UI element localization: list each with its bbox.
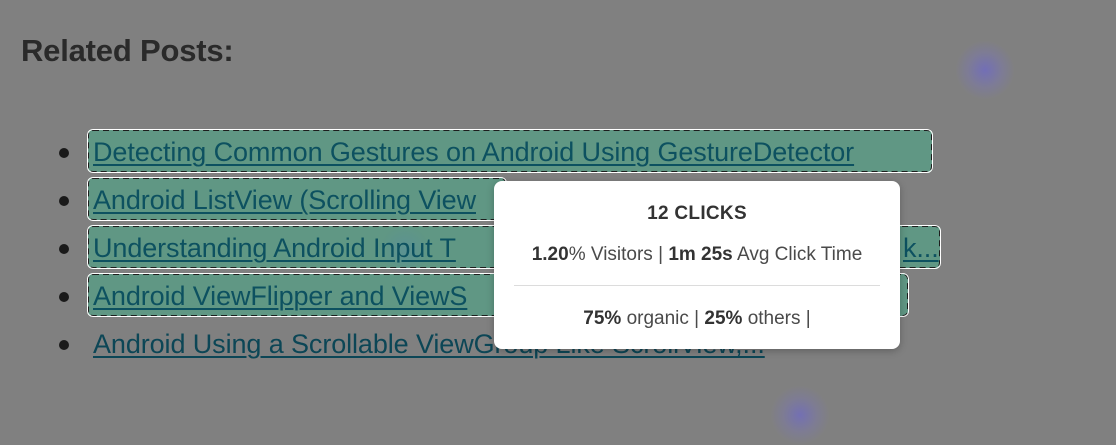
organic-value: 75% xyxy=(583,308,622,329)
avg-click-time-value: 1m 25s xyxy=(668,244,733,265)
others-label: others | xyxy=(742,308,811,329)
post-link[interactable]: Android ListView (Scrolling View xyxy=(93,185,476,215)
heatmap-spot xyxy=(955,40,1015,100)
bullet-icon xyxy=(59,148,69,158)
bullet-icon xyxy=(59,340,69,350)
post-link-trailing[interactable]: k... xyxy=(903,233,939,263)
click-stats-tooltip: 12 CLICKS 1.20% Visitors | 1m 25s Avg Cl… xyxy=(494,181,900,349)
visitors-row: 1.20% Visitors | 1m 25s Avg Click Time xyxy=(494,244,900,266)
related-posts-heading: Related Posts: xyxy=(21,33,234,68)
visitors-value: 1.20 xyxy=(531,244,569,265)
organic-label: organic | xyxy=(621,308,705,329)
divider xyxy=(514,285,880,286)
bullet-icon xyxy=(59,196,69,206)
traffic-source-row: 75% organic | 25% others | xyxy=(494,308,900,330)
clicks-count: 12 CLICKS xyxy=(647,203,747,224)
post-link[interactable]: Detecting Common Gestures on Android Usi… xyxy=(93,137,854,167)
visitors-label: % Visitors | xyxy=(568,244,669,265)
post-link[interactable]: Android ViewFlipper and ViewS xyxy=(93,281,467,311)
bullet-icon xyxy=(59,244,69,254)
post-link[interactable]: Understanding Android Input T xyxy=(93,233,456,263)
others-value: 25% xyxy=(704,308,743,329)
heatmap-spot xyxy=(770,385,830,445)
avg-click-time-label: Avg Click Time xyxy=(732,244,863,265)
page: Related Posts: Detecting Common Gestures… xyxy=(0,0,1116,445)
bullet-icon xyxy=(59,292,69,302)
